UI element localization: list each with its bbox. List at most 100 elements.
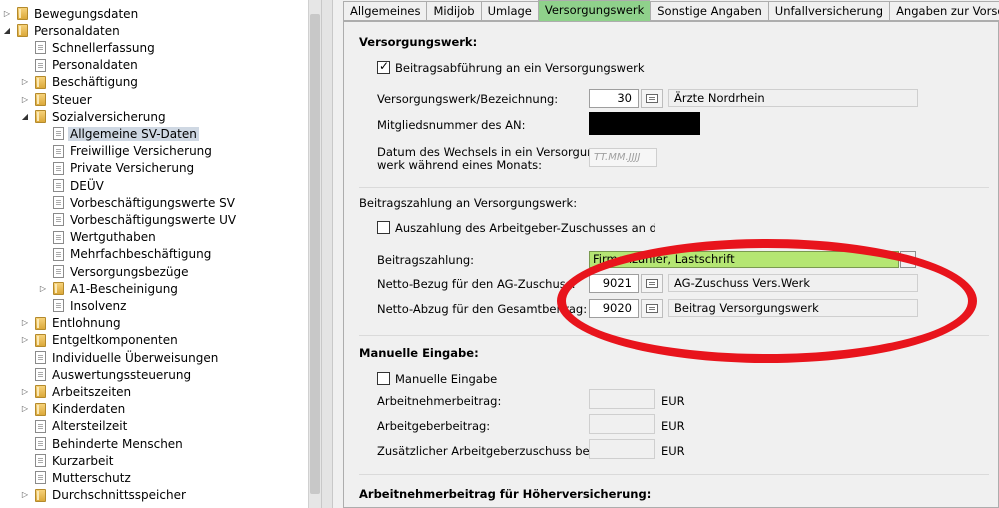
manuelle-eingabe-checkbox[interactable] bbox=[377, 372, 390, 385]
tree-item[interactable]: ▷ Beschäftigung bbox=[21, 74, 138, 91]
tab-angaben-zur-vorsorgepauschale[interactable]: Angaben zur Vorsorgepauschale bbox=[889, 1, 999, 21]
folder-icon bbox=[35, 316, 46, 330]
versorgungswerk-number-input[interactable]: 30 bbox=[589, 89, 639, 108]
expand-icon[interactable]: ▷ bbox=[21, 404, 29, 414]
netto-bezug-number-input[interactable]: 9021 bbox=[589, 274, 639, 293]
tree-item[interactable]: Vorbeschäftigungswerte UV bbox=[39, 211, 236, 228]
tree-item[interactable]: Auswertungssteuerung bbox=[21, 366, 191, 383]
tab-versorgungswerk[interactable]: Versorgungswerk bbox=[537, 0, 651, 22]
tree-item[interactable]: Versorgungsbezüge bbox=[39, 263, 189, 280]
tab-unfallversicherung[interactable]: Unfallversicherung bbox=[767, 1, 890, 21]
tree-item[interactable]: Allgemeine SV-Daten bbox=[39, 125, 199, 142]
tree-item[interactable]: ▷ Steuer bbox=[21, 91, 92, 108]
zusaetzlicher-ag-zuschuss-label: Zusätzlicher Arbeitgeberzuschuss bei ATZ… bbox=[377, 444, 623, 458]
tree-item-label: Steuer bbox=[52, 92, 92, 107]
zusaetzlicher-ag-zuschuss-input[interactable] bbox=[589, 439, 655, 459]
folder-icon bbox=[35, 75, 46, 89]
document-icon bbox=[35, 471, 46, 485]
navigation-tree: ▷ Bewegungsdaten ◢ Personaldaten Schnellerfa… bbox=[0, 0, 321, 508]
tree-item[interactable]: ▷ Entlohnung bbox=[21, 315, 121, 332]
document-icon bbox=[35, 41, 46, 55]
tree-item[interactable]: ◢ Sozialversicherung bbox=[21, 108, 166, 125]
tab-midijob[interactable]: Midijob bbox=[426, 1, 481, 21]
tree-item[interactable]: Freiwillige Versicherung bbox=[39, 143, 212, 160]
folder-icon bbox=[35, 110, 46, 124]
tree-item[interactable]: ▷ Entgeltkomponenten bbox=[21, 332, 178, 349]
tree-item-label: Individuelle Überweisungen bbox=[52, 350, 219, 365]
tree-item[interactable]: ▷ Kinderdaten bbox=[21, 401, 125, 418]
expand-icon[interactable]: ▷ bbox=[21, 95, 29, 105]
arbeitgeberbeitrag-input[interactable] bbox=[589, 414, 655, 434]
tree-scrollbar[interactable] bbox=[308, 0, 321, 508]
arbeitgeberbeitrag-label: Arbeitgeberbeitrag: bbox=[377, 419, 491, 433]
expand-icon[interactable]: ▷ bbox=[21, 387, 29, 397]
tab-sonstige-angaben[interactable]: Sonstige Angaben bbox=[650, 1, 768, 21]
versorgungswerk-label: Versorgungswerk/Bezeichnung: bbox=[377, 92, 559, 106]
beitragsabfuehrung-checkbox[interactable] bbox=[377, 59, 390, 74]
tree-item[interactable]: Personaldaten bbox=[21, 57, 138, 74]
tree-item[interactable]: ▷ Durchschnittsspeicher bbox=[21, 487, 186, 504]
expand-icon[interactable]: ▷ bbox=[3, 9, 11, 19]
auszahlung-checkbox[interactable] bbox=[377, 221, 390, 234]
tab-umlage[interactable]: Umlage bbox=[480, 1, 538, 21]
tree-item[interactable]: Wertguthaben bbox=[39, 229, 156, 246]
tree-item[interactable]: DEÜV bbox=[39, 177, 104, 194]
netto-abzug-number-input[interactable]: 9020 bbox=[589, 299, 639, 318]
tree-item-label: DEÜV bbox=[70, 178, 104, 193]
datum-wechsel-label-line1: Datum des Wechsels in ein Versorgungs- bbox=[377, 145, 612, 159]
collapse-icon[interactable]: ◢ bbox=[21, 112, 29, 122]
expand-icon[interactable]: ▷ bbox=[21, 335, 29, 345]
tree-item[interactable]: Schnellerfassung bbox=[21, 39, 155, 56]
beitragszahlung-dropdown[interactable]: Firmenzahler, Lastschrift bbox=[589, 251, 899, 268]
tree-item[interactable]: Insolvenz bbox=[39, 297, 126, 314]
tree-item[interactable]: ◢ Personaldaten bbox=[3, 22, 120, 39]
netto-bezug-lookup-button[interactable] bbox=[641, 274, 663, 293]
tree-item[interactable]: Vorbeschäftigungswerte SV bbox=[39, 194, 235, 211]
versorgungswerk-name-field: Ärzte Nordrhein bbox=[668, 89, 918, 107]
expand-icon[interactable]: ▷ bbox=[21, 77, 29, 87]
arbeitnehmerbeitrag-input[interactable] bbox=[589, 389, 655, 409]
beitragszahlung-dropdown-button[interactable]: ▼ bbox=[900, 251, 916, 268]
document-icon bbox=[35, 351, 46, 364]
tree-item[interactable]: Mehrfachbeschäftigung bbox=[39, 246, 211, 263]
beitragsabfuehrung-label: Beitragsabführung an ein Versorgungswerk bbox=[395, 61, 645, 75]
tree-item[interactable]: ▷ A1-Bescheinigung bbox=[39, 280, 178, 297]
netto-abzug-lookup-button[interactable] bbox=[641, 299, 663, 318]
tree-scrollbar-thumb[interactable] bbox=[310, 14, 320, 494]
expand-icon[interactable]: ▷ bbox=[39, 284, 47, 294]
tree-item[interactable]: Mutterschutz bbox=[21, 469, 131, 486]
mitgliedsnummer-label: Mitgliedsnummer des AN: bbox=[377, 118, 526, 132]
folder-icon bbox=[53, 282, 64, 296]
tree-item-label: Entgeltkomponenten bbox=[52, 333, 178, 348]
tree-item[interactable]: Individuelle Überweisungen bbox=[21, 349, 218, 366]
document-icon bbox=[35, 419, 46, 433]
tree-item[interactable]: Behinderte Menschen bbox=[21, 435, 183, 452]
mitgliedsnummer-redacted-field[interactable] bbox=[589, 112, 700, 135]
tree-item-label: Sozialversicherung bbox=[52, 109, 166, 124]
pane-splitter[interactable] bbox=[321, 0, 333, 508]
tree-item[interactable]: Kurzarbeit bbox=[21, 452, 113, 469]
list-icon bbox=[646, 279, 658, 288]
tree-item-label: Entlohnung bbox=[52, 316, 121, 331]
expand-icon[interactable]: ▷ bbox=[21, 490, 29, 500]
collapse-icon[interactable]: ◢ bbox=[3, 26, 11, 36]
tab-allgemeines[interactable]: Allgemeines bbox=[343, 1, 427, 21]
tab-strip: Allgemeines Midijob Umlage Versorgungswerk S… bbox=[343, 0, 999, 22]
document-icon bbox=[53, 213, 64, 227]
tree-item[interactable]: ▷ Arbeitszeiten bbox=[21, 383, 131, 400]
tree-item-label: Altersteilzeit bbox=[52, 419, 128, 434]
tree-item-label: Bewegungsdaten bbox=[34, 6, 139, 21]
datum-wechsel-input[interactable]: TT.MM.JJJJ bbox=[589, 148, 657, 167]
tree-item[interactable]: ▷ Bewegungsdaten bbox=[3, 5, 138, 22]
tree-item[interactable]: Private Versicherung bbox=[39, 160, 194, 177]
tree-item[interactable]: Altersteilzeit bbox=[21, 418, 127, 435]
versorgungswerk-lookup-button[interactable] bbox=[641, 89, 663, 108]
expand-icon[interactable]: ▷ bbox=[21, 318, 29, 328]
